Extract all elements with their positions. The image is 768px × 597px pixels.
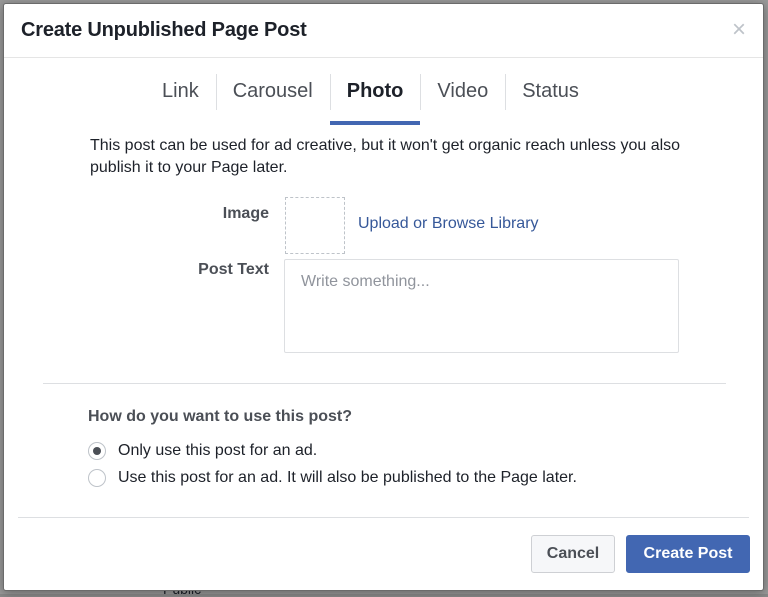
intro-description: This post can be used for ad creative, b… <box>90 137 681 176</box>
tab-video[interactable]: Video <box>420 74 505 126</box>
section-divider <box>43 383 726 384</box>
dialog-title: Create Unpublished Page Post <box>21 19 307 41</box>
tab-photo[interactable]: Photo <box>329 74 421 126</box>
tab-status[interactable]: Status <box>505 74 596 126</box>
tab-link[interactable]: Link <box>145 74 216 126</box>
post-text-input[interactable] <box>284 259 679 353</box>
image-placeholder[interactable] <box>285 197 345 254</box>
post-text-label: Post Text <box>198 261 269 278</box>
close-icon[interactable]: × <box>729 18 749 42</box>
tab-carousel[interactable]: Carousel <box>215 74 330 126</box>
radio-option-publish-later[interactable]: Use this post for an ad. It will also be… <box>88 469 577 487</box>
create-post-button[interactable]: Create Post <box>626 535 750 573</box>
radio-button-unchecked[interactable] <box>88 469 106 487</box>
radio-label-ad-only: Only use this post for an ad. <box>118 442 318 459</box>
footer-divider <box>18 517 749 518</box>
post-type-tabs: Link Carousel Photo Video Status <box>145 58 596 128</box>
radio-label-publish-later: Use this post for an ad. It will also be… <box>118 469 577 486</box>
cancel-button[interactable]: Cancel <box>531 535 615 573</box>
upload-browse-link[interactable]: Upload or Browse Library <box>358 215 539 233</box>
create-post-dialog: Create Unpublished Page Post × Link Caro… <box>3 3 764 591</box>
dialog-header: Create Unpublished Page Post × <box>4 4 763 58</box>
radio-option-ad-only[interactable]: Only use this post for an ad. <box>88 442 317 460</box>
image-label: Image <box>222 205 269 222</box>
radio-button-checked[interactable] <box>88 442 106 460</box>
usage-question: How do you want to use this post? <box>88 408 352 425</box>
